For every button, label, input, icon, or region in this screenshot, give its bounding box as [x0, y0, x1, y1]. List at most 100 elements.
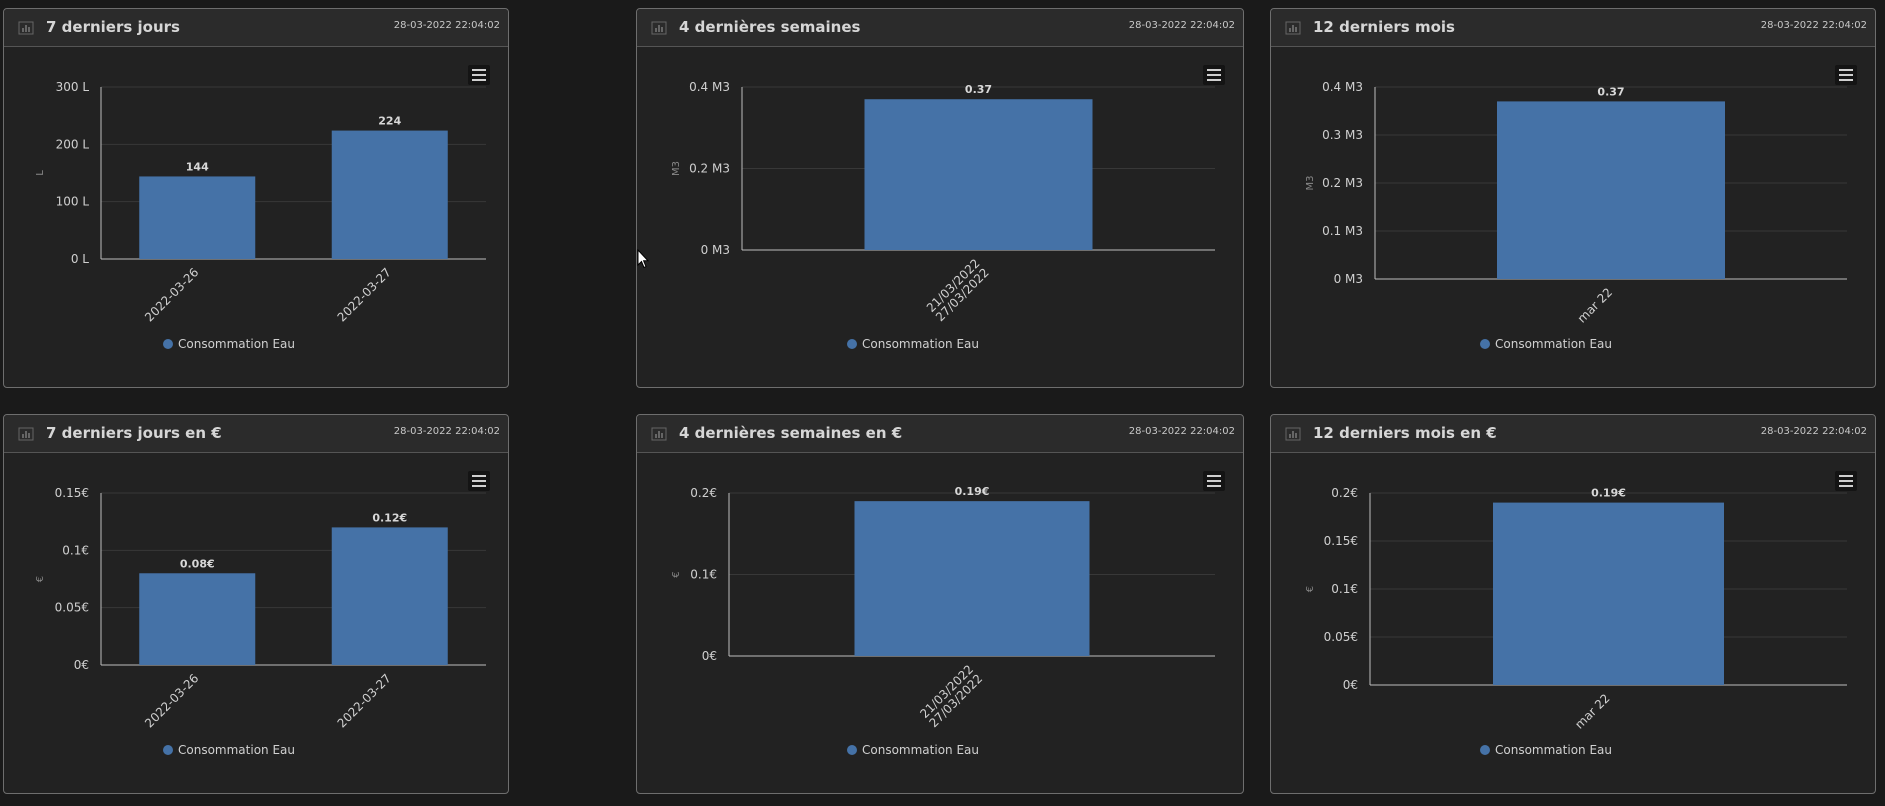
y-tick-label: 0.15€ [55, 486, 89, 500]
panel-7-derniers-jours: 7 derniers jours 28-03-2022 22:04:02 0 L… [3, 8, 509, 388]
hamburger-menu-icon[interactable] [1203, 471, 1225, 491]
legend-item[interactable]: Consommation Eau [862, 337, 979, 351]
y-tick-label: 0.05€ [1324, 630, 1358, 644]
y-tick-label: 300 L [56, 80, 90, 94]
bar-chart-icon [651, 21, 667, 35]
data-label: 224 [378, 115, 401, 128]
y-axis-title: € [35, 576, 46, 582]
panel-timestamp: 28-03-2022 22:04:02 [1128, 20, 1235, 31]
x-tick-label: 2022-03-26 [142, 671, 201, 730]
y-axis-title: M3 [671, 161, 682, 176]
data-label: 0.37 [1597, 85, 1624, 98]
y-tick-label: 0.1 M3 [1322, 224, 1363, 238]
panel-4-dernieres-semaines: 4 dernières semaines 28-03-2022 22:04:02… [636, 8, 1244, 388]
x-tick-label: 2022-03-26 [142, 265, 201, 324]
bar-chart-icon [18, 21, 34, 35]
y-tick-label: 0€ [1343, 678, 1358, 692]
panel-timestamp: 28-03-2022 22:04:02 [1760, 20, 1867, 31]
y-tick-label: 0.4 M3 [689, 80, 730, 94]
bar-chart-icon [18, 427, 34, 441]
legend-marker [1480, 745, 1490, 755]
panel-title: 4 dernières semaines en € [679, 424, 903, 442]
panel-title: 7 derniers jours [46, 18, 180, 36]
panel-header: 7 derniers jours en € 28-03-2022 22:04:0… [4, 415, 508, 453]
panel-12-derniers-mois-euro: 12 derniers mois en € 28-03-2022 22:04:0… [1270, 414, 1876, 794]
legend-item[interactable]: Consommation Eau [178, 743, 295, 757]
x-tick-label: mar 22 [1572, 691, 1612, 731]
y-tick-label: 0 L [71, 252, 89, 266]
panel-title: 12 derniers mois en € [1313, 424, 1497, 442]
x-tick-label: 21/03/202227/03/2022 [917, 662, 985, 730]
data-label: 0.37 [965, 83, 992, 96]
bar[interactable] [331, 130, 448, 259]
panel-title: 12 derniers mois [1313, 18, 1455, 36]
y-tick-label: 0 M3 [701, 243, 730, 257]
y-tick-label: 0.2 M3 [689, 162, 730, 176]
bar[interactable] [331, 527, 448, 665]
mouse-pointer-icon [637, 249, 649, 269]
x-tick-label: mar 22 [1575, 285, 1615, 325]
y-tick-label: 0.05€ [55, 601, 89, 615]
panel-timestamp: 28-03-2022 22:04:02 [1760, 426, 1867, 437]
bar-chart-icon [651, 427, 667, 441]
bar-chart: 0 M3 0.2 M3 0.4 M3 M3 0.37 21/03/202227/03/20… [671, 65, 1225, 351]
data-label: 0.08€ [180, 557, 215, 570]
bar-chart: 0€ 0.05€ 0.1€ 0.15€ 0.2€ €0.19€ mar 22 Consomma… [1305, 471, 1857, 757]
legend-item[interactable]: Consommation Eau [862, 743, 979, 757]
panel-header: 12 derniers mois en € 28-03-2022 22:04:0… [1271, 415, 1875, 453]
legend-item[interactable]: Consommation Eau [1495, 743, 1612, 757]
x-tick-label: 2022-03-27 [335, 671, 394, 730]
y-tick-label: 0.2€ [690, 486, 717, 500]
bar-chart-icon [1285, 21, 1301, 35]
y-tick-label: 0.15€ [1324, 534, 1358, 548]
y-axis-title: L [35, 170, 46, 176]
panel-header: 7 derniers jours 28-03-2022 22:04:02 [4, 9, 508, 47]
panel-timestamp: 28-03-2022 22:04:02 [393, 426, 500, 437]
y-tick-label: 100 L [56, 195, 90, 209]
legend-item[interactable]: Consommation Eau [1495, 337, 1612, 351]
bar-chart: 0 M3 0.1 M3 0.2 M3 0.3 M3 0.4 M3 M3 0.37 mar 22… [1305, 65, 1857, 351]
y-tick-label: 0.1€ [62, 543, 89, 557]
hamburger-menu-icon[interactable] [1835, 65, 1857, 85]
legend-item[interactable]: Consommation Eau [178, 337, 295, 351]
data-label: 144 [186, 160, 209, 173]
bar-chart-icon [1285, 427, 1301, 441]
panel-header: 12 derniers mois 28-03-2022 22:04:02 [1271, 9, 1875, 47]
bar[interactable] [139, 573, 256, 665]
panel-4-dernieres-semaines-euro: 4 dernières semaines en € 28-03-2022 22:… [636, 414, 1244, 794]
legend-marker [163, 745, 173, 755]
panel-timestamp: 28-03-2022 22:04:02 [1128, 426, 1235, 437]
y-tick-label: 0.3 M3 [1322, 128, 1363, 142]
panel-7-derniers-jours-euro: 7 derniers jours en € 28-03-2022 22:04:0… [3, 414, 509, 794]
y-tick-label: 0€ [74, 658, 89, 672]
hamburger-menu-icon[interactable] [1203, 65, 1225, 85]
bar-chart: 0€ 0.05€ 0.1€ 0.15€ €0.08€ 2022-03-26 0.12€ 202… [35, 471, 490, 757]
bar[interactable] [1493, 502, 1724, 685]
bar[interactable] [139, 176, 256, 259]
bar[interactable] [1497, 101, 1725, 280]
x-tick-line: 2022-03-27 [335, 265, 394, 324]
bar[interactable] [864, 99, 1093, 250]
y-tick-label: 0.2€ [1331, 486, 1358, 500]
y-tick-label: 0€ [702, 649, 717, 663]
legend-marker [163, 339, 173, 349]
hamburger-menu-icon[interactable] [468, 471, 490, 491]
y-tick-label: 0 M3 [1334, 272, 1363, 286]
hamburger-menu-icon[interactable] [468, 65, 490, 85]
y-tick-label: 0.4 M3 [1322, 80, 1363, 94]
y-axis-title: M3 [1305, 176, 1316, 191]
x-tick-line: 2022-03-27 [335, 671, 394, 730]
legend-marker [847, 745, 857, 755]
panel-timestamp: 28-03-2022 22:04:02 [393, 20, 500, 31]
x-tick-label: 2022-03-27 [335, 265, 394, 324]
panel-12-derniers-mois: 12 derniers mois 28-03-2022 22:04:02 0 M… [1270, 8, 1876, 388]
bar[interactable] [854, 501, 1090, 656]
x-tick-line: mar 22 [1572, 691, 1612, 731]
data-label: 0.19€ [955, 485, 990, 498]
y-axis-title: € [671, 571, 682, 577]
y-axis-title: € [1305, 586, 1316, 592]
panel-header: 4 dernières semaines 28-03-2022 22:04:02 [637, 9, 1243, 47]
panel-header: 4 dernières semaines en € 28-03-2022 22:… [637, 415, 1243, 453]
hamburger-menu-icon[interactable] [1835, 471, 1857, 491]
bar-chart: 0 L 100 L 200 L 300 L L 144 2022-03-26 224 2022-… [35, 65, 490, 351]
